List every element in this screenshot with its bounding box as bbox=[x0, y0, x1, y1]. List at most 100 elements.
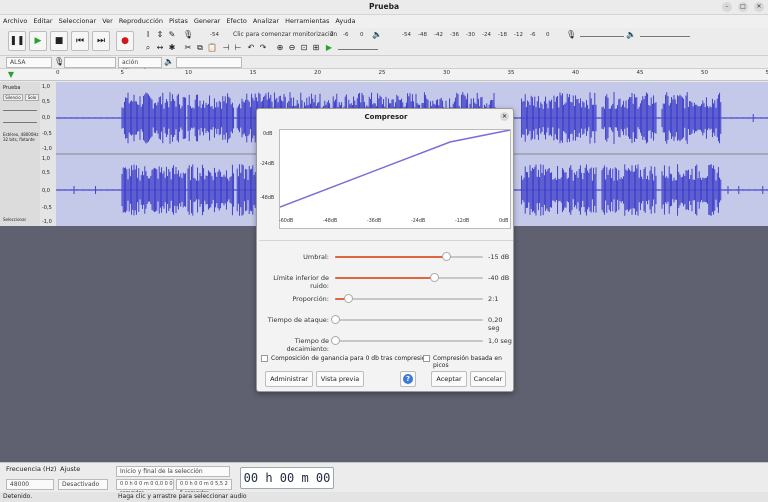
rec-meter-tick: -54 bbox=[210, 32, 219, 38]
selection-mode-select[interactable]: Inicio y final de la selección bbox=[116, 466, 230, 477]
graph-x-label: -36dB bbox=[367, 219, 382, 224]
divider bbox=[259, 240, 513, 241]
preview-button[interactable]: Vista previa bbox=[316, 371, 364, 387]
copy-icon[interactable]: ⧉ bbox=[195, 43, 205, 53]
draw-tool-icon[interactable]: ✎ bbox=[167, 30, 177, 40]
skip-start-button[interactable]: ⏮ bbox=[71, 31, 89, 51]
speaker-icon: 🔈 bbox=[372, 30, 382, 39]
param-slider[interactable] bbox=[335, 298, 483, 300]
graph-x-label: -12dB bbox=[455, 219, 470, 224]
envelope-tool-icon[interactable]: ⇕ bbox=[155, 30, 165, 40]
param-slider[interactable] bbox=[335, 340, 483, 342]
fit-project-icon[interactable]: ⊞ bbox=[311, 43, 321, 53]
minimize-icon[interactable]: – bbox=[722, 2, 732, 12]
ruler-tick: 5 bbox=[120, 70, 125, 76]
param-value: 1,0 seg bbox=[488, 337, 512, 345]
rate-label: Frecuencia (Hz) bbox=[6, 465, 57, 473]
menu-item-7[interactable]: Efecto bbox=[223, 15, 250, 28]
timeshift-tool-icon[interactable]: ↔ bbox=[155, 43, 165, 53]
zoom-tool-icon[interactable]: ⌕ bbox=[143, 43, 153, 53]
graph-y-label-2: -48dB bbox=[260, 196, 275, 201]
zoom-out-icon[interactable]: ⊖ bbox=[287, 43, 297, 53]
menu-item-8[interactable]: Analizar bbox=[250, 15, 282, 28]
selection-start-time[interactable]: 0 0 h 0 0 m 0 0,0 0 0 segundos bbox=[116, 479, 174, 496]
menu-item-5[interactable]: Pistas bbox=[166, 15, 191, 28]
peak-compression-label: Compresión basada en picos bbox=[433, 355, 502, 369]
output-device-select[interactable] bbox=[176, 57, 242, 68]
project-rate-select[interactable]: 48000 bbox=[6, 479, 54, 490]
param-slider-knob[interactable] bbox=[331, 336, 340, 345]
rec-meter-hint[interactable]: Clic para comenzar monitorización bbox=[233, 31, 337, 38]
menu-item-10[interactable]: Ayuda bbox=[332, 15, 358, 28]
close-icon[interactable]: ✕ bbox=[500, 112, 509, 121]
pan-slider[interactable] bbox=[3, 122, 37, 123]
param-label: Límite inferior de ruido: bbox=[273, 274, 329, 290]
maximize-icon[interactable]: □ bbox=[738, 2, 748, 12]
selection-end-time[interactable]: 0 0 h 0 0 m 0 5,5 2 5 segundos bbox=[176, 479, 232, 496]
input-channels-select[interactable]: ación (Stereo) bbox=[118, 57, 162, 75]
param-slider-knob[interactable] bbox=[344, 294, 353, 303]
track-name[interactable]: Prueba bbox=[3, 85, 20, 91]
apply-button[interactable]: Aceptar bbox=[431, 371, 467, 387]
cut-icon[interactable]: ✂ bbox=[183, 43, 193, 53]
help-button[interactable]: ? bbox=[400, 371, 416, 387]
select-button[interactable]: Seleccionar bbox=[3, 217, 26, 222]
rec-meter-b: 0 bbox=[360, 32, 364, 38]
close-icon[interactable]: ✕ bbox=[754, 2, 764, 12]
skip-start-icon: ⏮ bbox=[75, 36, 85, 46]
param-slider-knob[interactable] bbox=[442, 252, 451, 261]
paste-icon[interactable]: 📋 bbox=[207, 43, 217, 53]
stop-button[interactable]: ■ bbox=[50, 31, 68, 51]
skip-end-button[interactable]: ⏭ bbox=[92, 31, 110, 51]
play-head-icon[interactable]: ▼ bbox=[6, 70, 16, 80]
play-meter-tick: -42 bbox=[434, 32, 443, 38]
zoom-in-icon[interactable]: ⊕ bbox=[275, 43, 285, 53]
speed-slider[interactable] bbox=[338, 49, 378, 50]
record-button[interactable]: ● bbox=[116, 31, 134, 51]
play-at-speed-icon[interactable]: ▶ bbox=[324, 43, 334, 53]
manage-button[interactable]: Administrar bbox=[265, 371, 313, 387]
redo-icon[interactable]: ↷ bbox=[258, 43, 268, 53]
menu-item-1[interactable]: Editar bbox=[30, 15, 55, 28]
fit-selection-icon[interactable]: ⊡ bbox=[299, 43, 309, 53]
pause-button[interactable]: ❚❚ bbox=[8, 31, 26, 51]
menu-item-3[interactable]: Ver bbox=[99, 15, 116, 28]
cancel-button[interactable]: Cancelar bbox=[470, 371, 506, 387]
scale-label: 1,0 bbox=[42, 156, 50, 162]
input-device-select[interactable] bbox=[64, 57, 116, 68]
undo-icon[interactable]: ↶ bbox=[246, 43, 256, 53]
param-slider[interactable] bbox=[335, 319, 483, 321]
play-meter-tick: -12 bbox=[514, 32, 523, 38]
menu-item-0[interactable]: Archivo bbox=[0, 15, 30, 28]
scale-label: 0,0 bbox=[42, 188, 50, 194]
snap-label: Ajuste bbox=[60, 465, 81, 473]
gain-slider[interactable] bbox=[3, 110, 37, 111]
silence-icon[interactable]: ⊢ bbox=[233, 43, 243, 53]
menu-item-6[interactable]: Generar bbox=[191, 15, 223, 28]
audio-position-display[interactable]: 00 h 00 m 00 s bbox=[240, 467, 334, 502]
menu-item-2[interactable]: Seleccionar bbox=[56, 15, 100, 28]
timeline-ruler[interactable]: ▼ 0510152025303540455055 bbox=[0, 69, 768, 81]
trim-icon[interactable]: ⊣ bbox=[221, 43, 231, 53]
mute-button[interactable]: Silencio bbox=[3, 94, 23, 101]
play-button[interactable]: ▶ bbox=[29, 31, 47, 51]
makeup-gain-checkbox[interactable] bbox=[261, 355, 268, 362]
solo-button[interactable]: Solo bbox=[25, 94, 39, 101]
selection-tool-icon[interactable]: I bbox=[143, 30, 153, 40]
title-bar: Prueba – □ ✕ bbox=[0, 0, 768, 15]
audio-host-select[interactable]: ALSA bbox=[6, 57, 52, 68]
graph-y-label-1: -24dB bbox=[260, 162, 275, 167]
rec-meter-num: 2 bbox=[330, 31, 334, 38]
param-slider-knob[interactable] bbox=[331, 315, 340, 324]
device-toolbar: ALSA 🎙 ación (Stereo) 🔈 bbox=[0, 56, 768, 75]
record-volume-slider[interactable] bbox=[580, 36, 624, 37]
multi-tool-icon[interactable]: ✱ bbox=[167, 43, 177, 53]
snap-select[interactable]: Desactivado bbox=[58, 479, 108, 490]
menu-item-4[interactable]: Reproducción bbox=[116, 15, 166, 28]
menu-item-9[interactable]: Herramientas bbox=[282, 15, 332, 28]
peak-compression-checkbox[interactable] bbox=[423, 355, 430, 362]
param-slider-knob[interactable] bbox=[430, 273, 439, 282]
play-volume-slider[interactable] bbox=[640, 36, 690, 37]
param-label: Proporción: bbox=[292, 295, 329, 303]
scale-label: -1,0 bbox=[42, 146, 52, 152]
